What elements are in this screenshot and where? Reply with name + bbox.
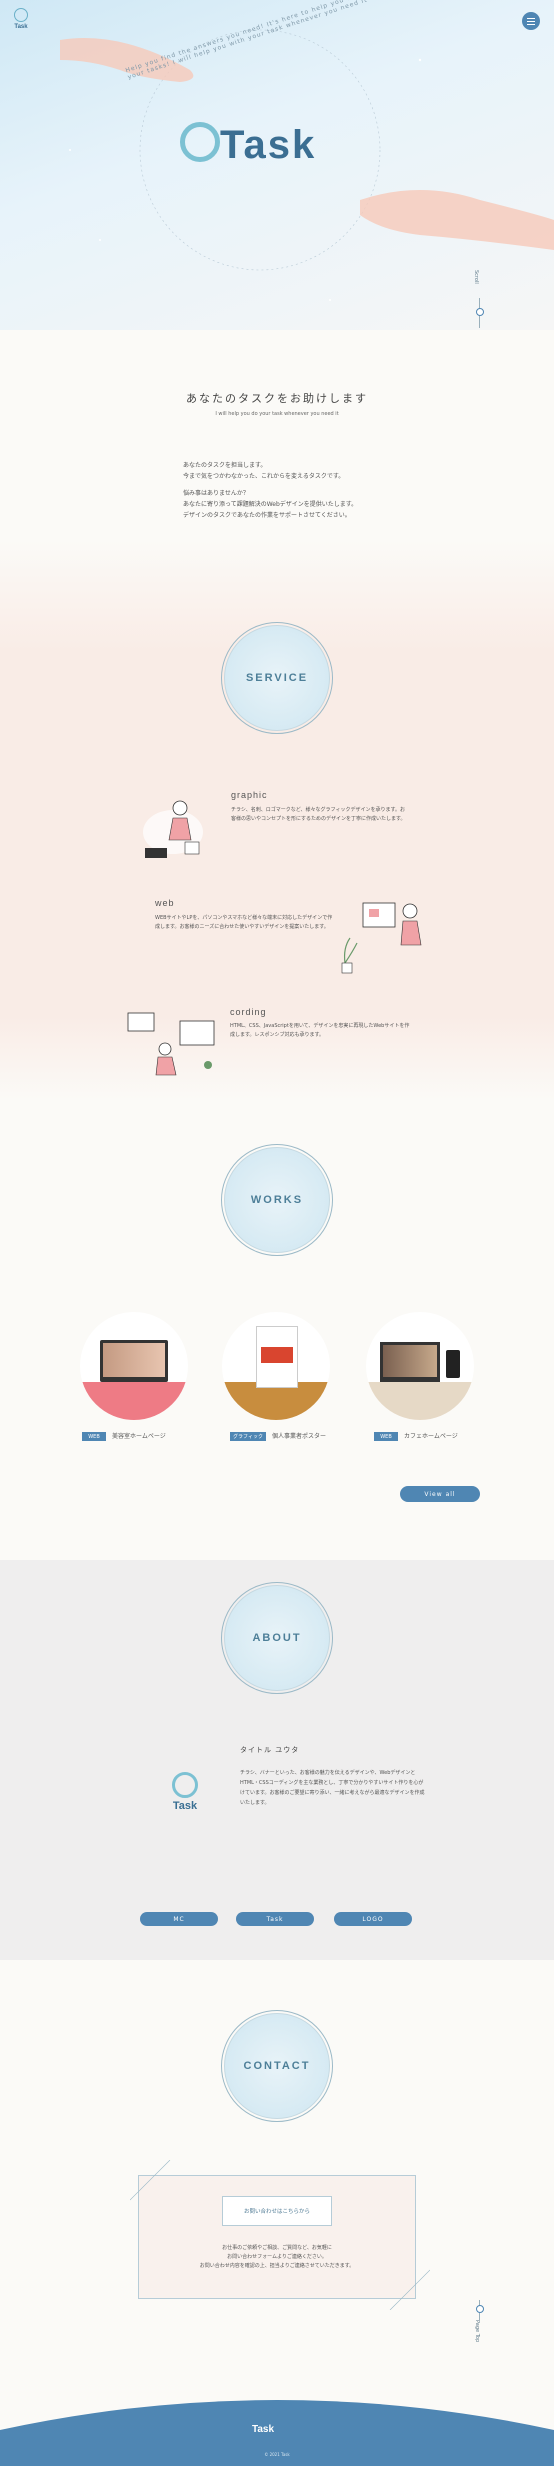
footer-copyright: © 2021 Task xyxy=(264,2452,290,2457)
work-label: 美容室ホームページ xyxy=(112,1433,166,1440)
service-text-web: WEBサイトやLPを、パソコンやスマホなど様々な端末に対応したデザインで作成しま… xyxy=(155,915,333,930)
cording-illustration xyxy=(127,1012,215,1076)
service-text-cording: HTML、CSS、JavaScriptを用いて、デザインを忠実に再現したWebサ… xyxy=(230,1023,410,1038)
intro-line: あなたに寄り添って課題解決のWebデザインを提供いたします。 xyxy=(183,501,358,508)
intro-line: デザインのタスクであなたの作業をサポートさせてください。 xyxy=(183,512,351,519)
about-button-3[interactable]: LOGO xyxy=(334,1912,412,1926)
header-logo[interactable]: Task xyxy=(8,8,34,30)
intro-heading: あなたのタスクをお助けします xyxy=(186,392,368,405)
hero-logo: Task xyxy=(180,122,316,168)
about-ring xyxy=(221,1582,333,1694)
contact-decoration xyxy=(130,2160,430,2310)
intro-line: あなたのタスクを担当します。 xyxy=(183,462,267,469)
scroll-indicator-icon[interactable] xyxy=(476,308,484,316)
web-illustration xyxy=(341,902,422,974)
work-card-3[interactable] xyxy=(366,1312,474,1420)
contact-ring xyxy=(221,2010,333,2122)
header-logo-text: Task xyxy=(14,24,28,30)
about-button-1[interactable]: MC xyxy=(140,1912,218,1926)
work-tag: グラフィック xyxy=(230,1432,266,1441)
works-ring xyxy=(221,1144,333,1256)
work-tag: WEB xyxy=(374,1432,398,1441)
page-top-label[interactable]: Page Top xyxy=(474,2320,480,2342)
about-text: チラシ、バナーといった、お客様の魅力を伝えるデザインや、WebデザインとHTML… xyxy=(240,1770,425,1806)
view-all-button[interactable]: View all xyxy=(400,1486,480,1502)
logo-ring-icon xyxy=(172,1772,198,1798)
logo-ring-icon xyxy=(180,122,220,162)
about-logo: Task xyxy=(168,1772,202,1812)
work-label: カフェホームページ xyxy=(404,1433,458,1440)
work-card-2[interactable] xyxy=(222,1312,330,1420)
hero-section: Task Task Help you find the answers you … xyxy=(0,0,554,330)
scroll-label: Scroll xyxy=(473,270,479,284)
about-name: タイトル ユウタ xyxy=(240,1746,300,1754)
intro-text: あなたのタスクを担当します。 今まで気をつかわなかった、これからを変えるタスクで… xyxy=(183,460,423,521)
intro-subheading: I will help you do your task whenever yo… xyxy=(215,411,339,417)
service-name-web: web xyxy=(155,898,175,908)
service-name-cording: cording xyxy=(230,1007,267,1017)
about-button-2[interactable]: Task xyxy=(236,1912,314,1926)
graphic-illustration xyxy=(143,800,203,858)
menu-icon[interactable] xyxy=(522,12,540,30)
work-label: 個人事業者ポスター xyxy=(272,1433,327,1440)
footer-logo[interactable]: Task xyxy=(252,2424,274,2435)
service-text-graphic: チラシ、名刺、ロゴマークなど、様々なグラフィックデザインを承ります。お客様の思い… xyxy=(231,807,406,822)
about-logo-text: Task xyxy=(172,1800,198,1812)
intro-line: 悩み事はありませんか？ xyxy=(183,490,249,497)
service-ring xyxy=(221,622,333,734)
work-card-1[interactable] xyxy=(80,1312,188,1420)
work-tag: WEB xyxy=(82,1432,106,1441)
hero-logo-text: Task xyxy=(220,123,317,167)
page-top-icon[interactable] xyxy=(476,2305,484,2313)
service-name-graphic: graphic xyxy=(231,790,268,800)
intro-line: 今まで気をつかわなかった、これからを変えるタスクです。 xyxy=(183,473,345,480)
